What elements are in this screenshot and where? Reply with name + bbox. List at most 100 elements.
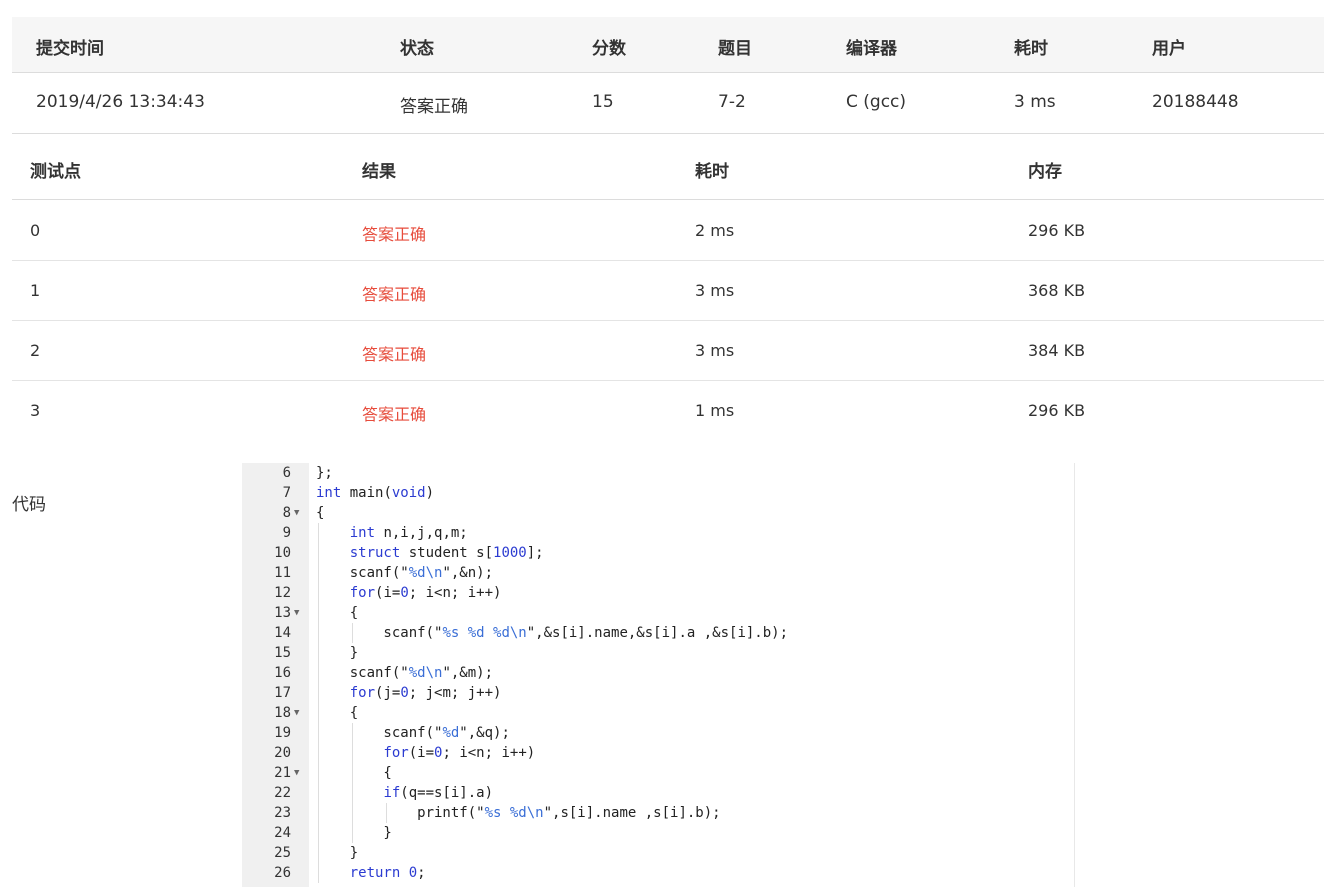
- testpoint-table-header: 测试点 结果 耗时 内存: [12, 134, 1324, 200]
- code-text: for(i=0; i<n; i++): [383, 745, 536, 761]
- testpoint-row: 2 答案正确 3 ms 384 KB: [12, 321, 1324, 381]
- line-number: 23: [274, 805, 291, 821]
- line-number: 26: [274, 865, 291, 881]
- testpoint-id: 2: [30, 341, 41, 360]
- code-line: 6};: [242, 463, 1074, 483]
- code-text: return 0;: [349, 865, 426, 881]
- code-text: {: [316, 605, 359, 621]
- code-text: };: [316, 465, 333, 481]
- header-submit-time: 提交时间: [36, 39, 104, 59]
- code-text: struct student s[1000];: [349, 545, 544, 561]
- line-number: 13: [274, 605, 291, 621]
- code-line: 13 ▼ {: [242, 603, 1074, 623]
- line-number: 16: [274, 665, 291, 681]
- testpoint-id: 3: [30, 401, 41, 420]
- code-text: scanf("%d\n",&m);: [316, 665, 494, 681]
- code-line: 18 ▼ {: [242, 703, 1074, 723]
- problem-link[interactable]: 7-2: [718, 92, 746, 112]
- testpoint-memory: 384 KB: [1028, 341, 1086, 360]
- line-number: 22: [274, 785, 291, 801]
- line-number: 8: [282, 505, 291, 521]
- line-number: 25: [274, 845, 291, 861]
- fold-toggle-icon[interactable]: ▼: [294, 503, 299, 523]
- score: 15: [592, 92, 614, 112]
- code-text: }: [316, 825, 392, 841]
- testpoint-row: 0 答案正确 2 ms 296 KB: [12, 201, 1324, 261]
- code-line: 19 scanf("%d",&q);: [242, 723, 1074, 743]
- testpoint-row: 3 答案正确 1 ms 296 KB: [12, 381, 1324, 440]
- code-text: if(q==s[i].a): [383, 785, 494, 801]
- testpoint-duration: 3 ms: [695, 281, 735, 300]
- code-text: scanf("%d\n",&n);: [316, 565, 494, 581]
- header-score: 分数: [592, 39, 626, 59]
- line-number: 24: [274, 825, 291, 841]
- header-user: 用户: [1152, 39, 1186, 59]
- line-number: 14: [274, 625, 291, 641]
- testpoint-id: 1: [30, 281, 41, 300]
- header-problem: 题目: [718, 39, 752, 59]
- code-line: 12 for(i=0; i<n; i++): [242, 583, 1074, 603]
- line-number: 20: [274, 745, 291, 761]
- status-accepted: 答案正确: [400, 97, 468, 117]
- code-line: 14 scanf("%s %d %d\n",&s[i].name,&s[i].a…: [242, 623, 1074, 643]
- code-line: 21 ▼ {: [242, 763, 1074, 783]
- testpoint-duration: 3 ms: [695, 341, 735, 360]
- code-line: 20 for(i=0; i<n; i++): [242, 743, 1074, 763]
- header-memory: 内存: [1028, 162, 1062, 182]
- code-line: 17 for(j=0; j<m; j++): [242, 683, 1074, 703]
- code-line: 25 }: [242, 843, 1074, 863]
- header-status: 状态: [400, 39, 434, 59]
- line-number: 17: [274, 685, 291, 701]
- line-number: 6: [282, 465, 291, 481]
- code-text: int main(void): [316, 485, 435, 501]
- code-text: for(i=0; i<n; i++): [349, 585, 502, 601]
- code-text: {: [316, 705, 359, 721]
- submission-table-header: 提交时间 状态 分数 题目 编译器 耗时 用户: [12, 17, 1324, 73]
- fold-toggle-icon[interactable]: ▼: [294, 603, 299, 623]
- testpoint-memory: 296 KB: [1028, 401, 1086, 420]
- code-line: 8 ▼ {: [242, 503, 1074, 523]
- code-line: 9 int n,i,j,q,m;: [242, 523, 1074, 543]
- code-line: 22 if(q==s[i].a): [242, 783, 1074, 803]
- fold-toggle-icon[interactable]: ▼: [294, 763, 299, 783]
- code-line: 16 scanf("%d\n",&m);: [242, 663, 1074, 683]
- header-duration: 耗时: [1014, 39, 1048, 59]
- duration: 3 ms: [1014, 92, 1056, 112]
- testpoint-memory: 296 KB: [1028, 221, 1086, 240]
- code-text: {: [316, 505, 325, 521]
- code-line: 24 }: [242, 823, 1074, 843]
- code-text: int n,i,j,q,m;: [349, 525, 468, 541]
- header-testpoint: 测试点: [30, 162, 81, 182]
- testpoint-duration: 1 ms: [695, 401, 735, 420]
- code-text: }: [316, 645, 359, 661]
- line-number: 18: [274, 705, 291, 721]
- code-text: {: [316, 765, 392, 781]
- submission-row: 2019/4/26 13:34:43 答案正确 15 7-2 C (gcc) 3…: [12, 73, 1324, 134]
- line-number: 11: [274, 565, 291, 581]
- user-id: 20188448: [1152, 92, 1239, 112]
- testpoint-result: 答案正确: [362, 285, 427, 304]
- testpoint-result: 答案正确: [362, 345, 427, 364]
- line-number: 10: [274, 545, 291, 561]
- code-label: 代码: [12, 495, 46, 515]
- code-line: 10 struct student s[1000];: [242, 543, 1074, 563]
- line-number: 9: [282, 525, 291, 541]
- compiler: C (gcc): [846, 92, 907, 112]
- code-text: printf("%s %d\n",s[i].name ,s[i].b);: [316, 805, 721, 821]
- testpoint-memory: 368 KB: [1028, 281, 1086, 300]
- line-number: 15: [274, 645, 291, 661]
- testpoint-result: 答案正确: [362, 405, 427, 424]
- code-line: 15 }: [242, 643, 1074, 663]
- line-number: 12: [274, 585, 291, 601]
- testpoint-duration: 2 ms: [695, 221, 735, 240]
- line-number: 7: [282, 485, 291, 501]
- header-compiler: 编译器: [846, 39, 897, 59]
- testpoint-row: 1 答案正确 3 ms 368 KB: [12, 261, 1324, 321]
- code-line: 7 int main(void): [242, 483, 1074, 503]
- code-editor[interactable]: 6}; 7 int main(void) 8 ▼{9 int n,i,j,q,m; 10 …: [242, 463, 1075, 887]
- fold-toggle-icon[interactable]: ▼: [294, 703, 299, 723]
- testpoint-id: 0: [30, 221, 41, 240]
- line-number: 21: [274, 765, 291, 781]
- header-tp-duration: 耗时: [695, 162, 729, 182]
- code-text: scanf("%s %d %d\n",&s[i].name,&s[i].a ,&…: [316, 625, 789, 641]
